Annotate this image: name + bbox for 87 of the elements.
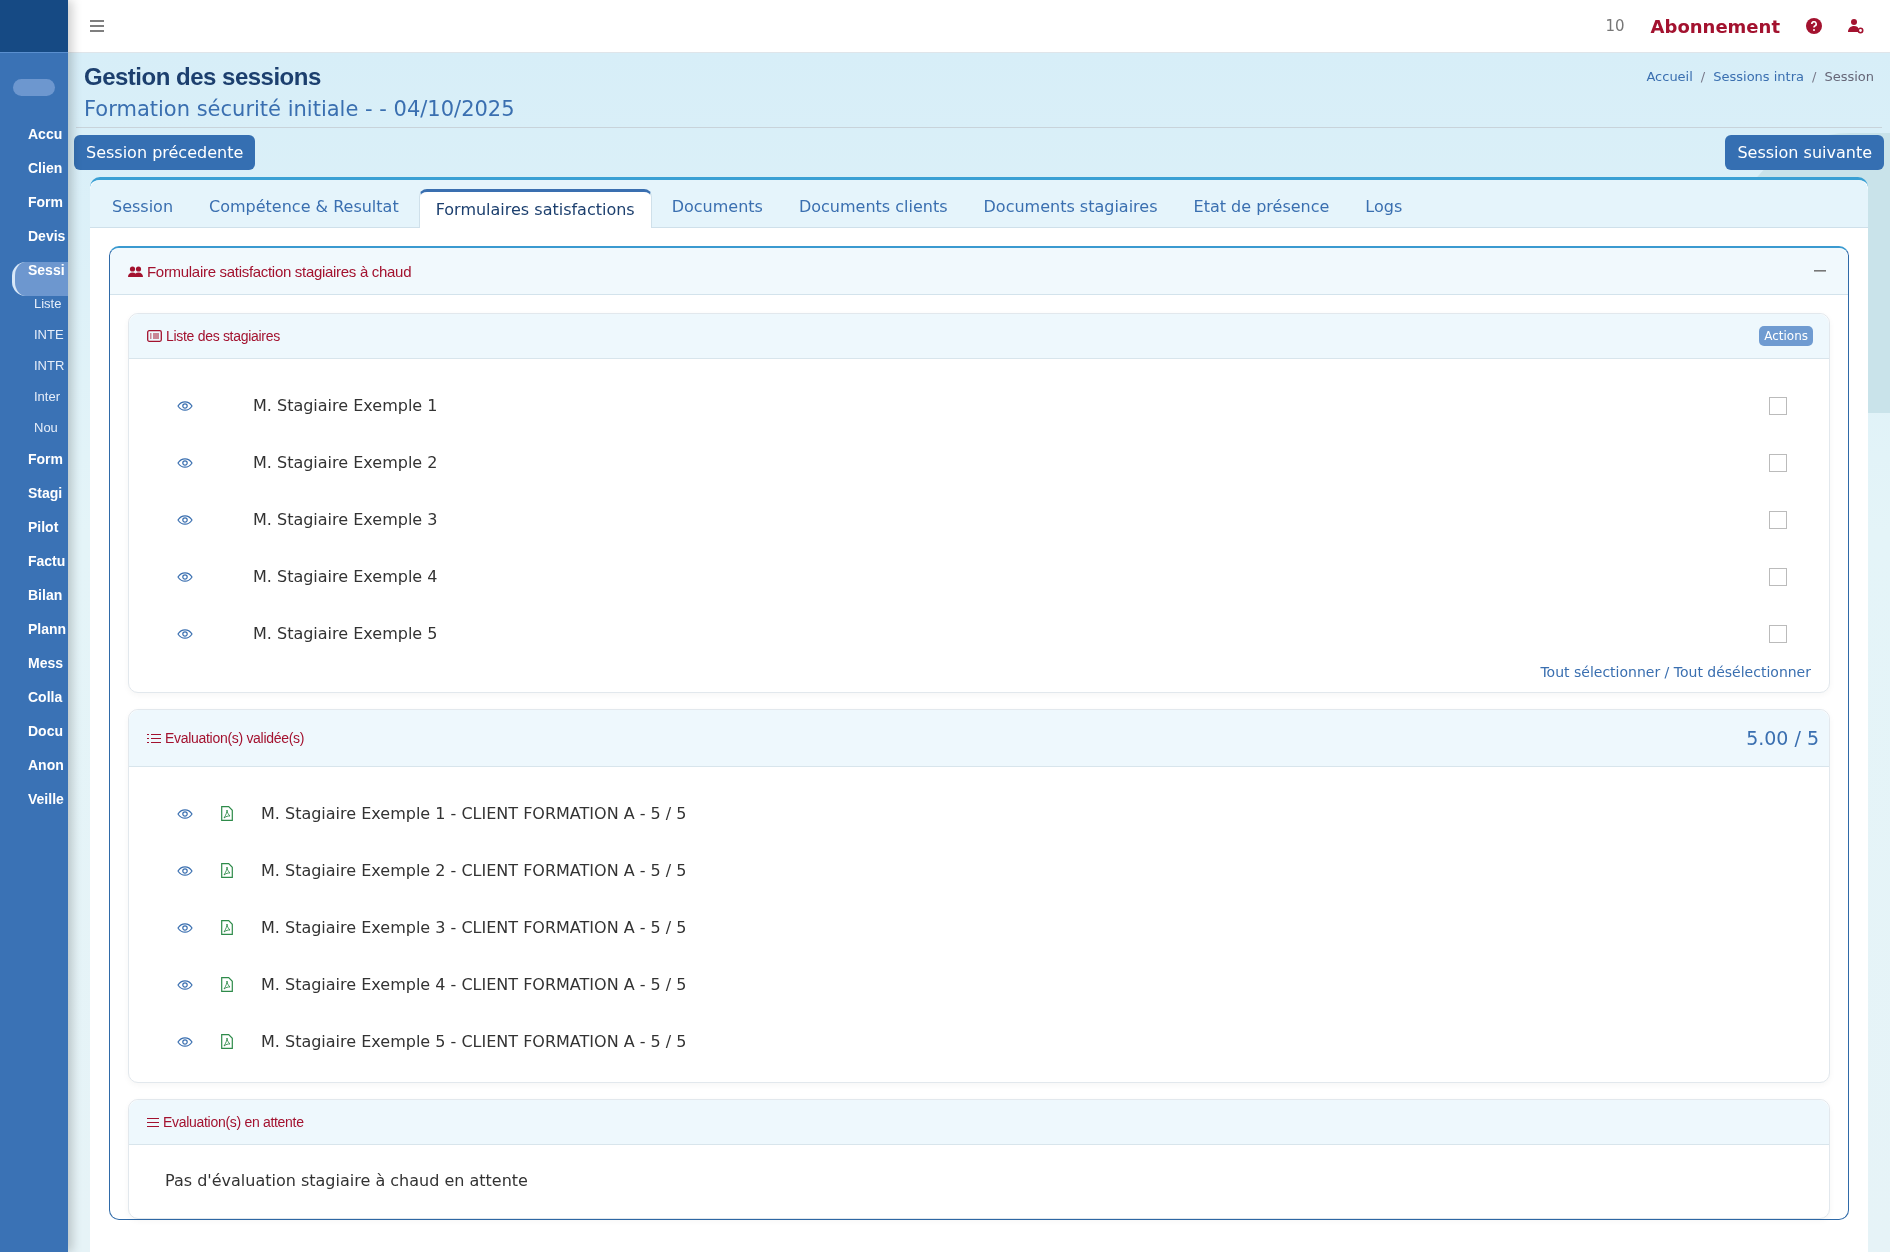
pdf-file-icon[interactable] — [221, 863, 233, 878]
evaluation-entry: M. Stagiaire Exemple 5 - CLIENT FORMATION A - 5 / 5 — [261, 1032, 687, 1051]
trainee-name: M. Stagiaire Exemple 3 — [253, 510, 438, 529]
sidebar-subitem[interactable]: INTE — [0, 327, 68, 358]
page-title: Gestion des sessions — [84, 63, 322, 91]
tab[interactable]: Documents stagiaires — [967, 189, 1174, 227]
sidebar-item[interactable]: Form — [12, 451, 68, 485]
sidebar-subitem[interactable]: INTR — [0, 358, 68, 389]
empty-message: Pas d'évaluation stagiaire à chaud en attente — [165, 1171, 528, 1190]
pdf-file-icon[interactable] — [221, 920, 233, 935]
checkbox[interactable] — [1769, 510, 1787, 529]
user-settings-icon[interactable] — [1848, 18, 1864, 34]
tab[interactable]: Compétence & Resultat — [193, 189, 415, 227]
sidebar-item[interactable]: Accu — [12, 126, 68, 160]
breadcrumb-current: Session — [1824, 69, 1874, 86]
breadcrumb-separator: / — [1700, 69, 1706, 86]
evaluation-entry: M. Stagiaire Exemple 2 - CLIENT FORMATION A - 5 / 5 — [261, 861, 687, 880]
previous-session-button[interactable]: Session précedente — [74, 135, 256, 170]
trainee-name: M. Stagiaire Exemple 4 — [253, 567, 438, 586]
eye-icon[interactable] — [177, 808, 193, 819]
select-all-link[interactable]: Tout sélectionner / Tout désélectionner — [1540, 664, 1811, 680]
eye-icon[interactable] — [177, 865, 193, 876]
sidebar-item[interactable]: Clien — [12, 160, 68, 194]
page-subtitle: Formation sécurité initiale - - 04/10/2025 — [84, 97, 515, 121]
card-title: Liste des stagiaires — [166, 328, 280, 344]
tab[interactable]: Documents — [655, 189, 779, 227]
sidebar-item[interactable]: Mess — [12, 655, 68, 689]
tab[interactable]: Etat de présence — [1177, 189, 1346, 227]
sidebar-item[interactable]: Pilot — [12, 519, 68, 553]
eye-icon[interactable] — [177, 457, 193, 468]
next-session-button[interactable]: Session suivante — [1725, 135, 1884, 170]
sidebar-subitem[interactable]: Nou — [0, 420, 68, 451]
logo-area — [0, 0, 68, 53]
breadcrumb-link[interactable]: Accueil — [1646, 69, 1693, 121]
checkbox[interactable] — [1769, 396, 1787, 415]
list-icon — [147, 732, 161, 744]
checkbox[interactable] — [1769, 567, 1787, 586]
eye-icon[interactable] — [177, 514, 193, 525]
trainee-name: M. Stagiaire Exemple 2 — [253, 453, 438, 472]
panel-title: Formulaire satisfaction stagiaires à chaud — [147, 262, 412, 280]
tab[interactable]: Documents clients — [782, 189, 964, 227]
trainee-name: M. Stagiaire Exemple 5 — [253, 624, 438, 643]
sidebar-item[interactable]: Colla — [12, 689, 68, 723]
sidebar-item[interactable]: Devis — [12, 228, 68, 262]
sidebar-item[interactable]: Factu — [12, 553, 68, 587]
sidebar-item[interactable]: Veille — [12, 791, 68, 825]
evaluation-entry: M. Stagiaire Exemple 3 - CLIENT FORMATION A - 5 / 5 — [261, 918, 687, 937]
eye-icon[interactable] — [177, 1036, 193, 1047]
checkbox[interactable] — [1769, 453, 1787, 472]
tab[interactable]: Logs — [1349, 189, 1419, 227]
actions-button[interactable]: Actions — [1759, 326, 1813, 346]
list-icon — [147, 330, 162, 342]
card-title: Evaluation(s) validée(s) — [165, 730, 305, 746]
checkbox[interactable] — [1769, 624, 1787, 643]
sidebar-subitem[interactable]: Inter — [0, 389, 68, 420]
sidebar-item[interactable]: Stagi — [12, 485, 68, 519]
eye-icon[interactable] — [177, 979, 193, 990]
eye-icon[interactable] — [177, 628, 193, 639]
eye-icon[interactable] — [177, 400, 193, 411]
subscription-link[interactable]: Abonnement — [1650, 15, 1780, 37]
card-title: Evaluation(s) en attente — [163, 1114, 304, 1130]
trainee-name: M. Stagiaire Exemple 1 — [253, 396, 438, 415]
list-icon — [147, 1116, 159, 1128]
sidebar-toggle[interactable] — [13, 79, 55, 96]
sidebar-item[interactable]: Bilan — [12, 587, 68, 621]
evaluation-entry: M. Stagiaire Exemple 4 - CLIENT FORMATION A - 5 / 5 — [261, 975, 687, 994]
help-icon[interactable] — [1806, 18, 1822, 34]
breadcrumb-link[interactable]: Sessions intra — [1713, 69, 1804, 121]
sidebar-subitem[interactable]: Liste — [0, 296, 68, 327]
sidebar-item[interactable]: Plann — [12, 621, 68, 655]
users-icon — [128, 265, 143, 277]
pdf-file-icon[interactable] — [221, 977, 233, 992]
eye-icon[interactable] — [177, 571, 193, 582]
count-label: 10 — [1605, 17, 1625, 35]
pdf-file-icon[interactable] — [221, 1034, 233, 1049]
average-score: 5.00 / 5 — [1746, 727, 1819, 749]
eye-icon[interactable] — [177, 922, 193, 933]
evaluation-entry: M. Stagiaire Exemple 1 - CLIENT FORMATION A - 5 / 5 — [261, 804, 687, 823]
pdf-file-icon[interactable] — [221, 806, 233, 821]
breadcrumb-separator: / — [1812, 69, 1817, 86]
sidebar-item[interactable]: Form — [12, 194, 68, 228]
tab[interactable]: Formulaires satisfactions — [418, 189, 652, 228]
sidebar-item[interactable]: Sessi — [12, 262, 68, 296]
sidebar-item[interactable]: Docu — [12, 723, 68, 757]
tab[interactable]: Session — [96, 189, 190, 227]
menu-icon[interactable] — [90, 20, 104, 32]
sidebar-item[interactable]: Anon — [12, 757, 68, 791]
